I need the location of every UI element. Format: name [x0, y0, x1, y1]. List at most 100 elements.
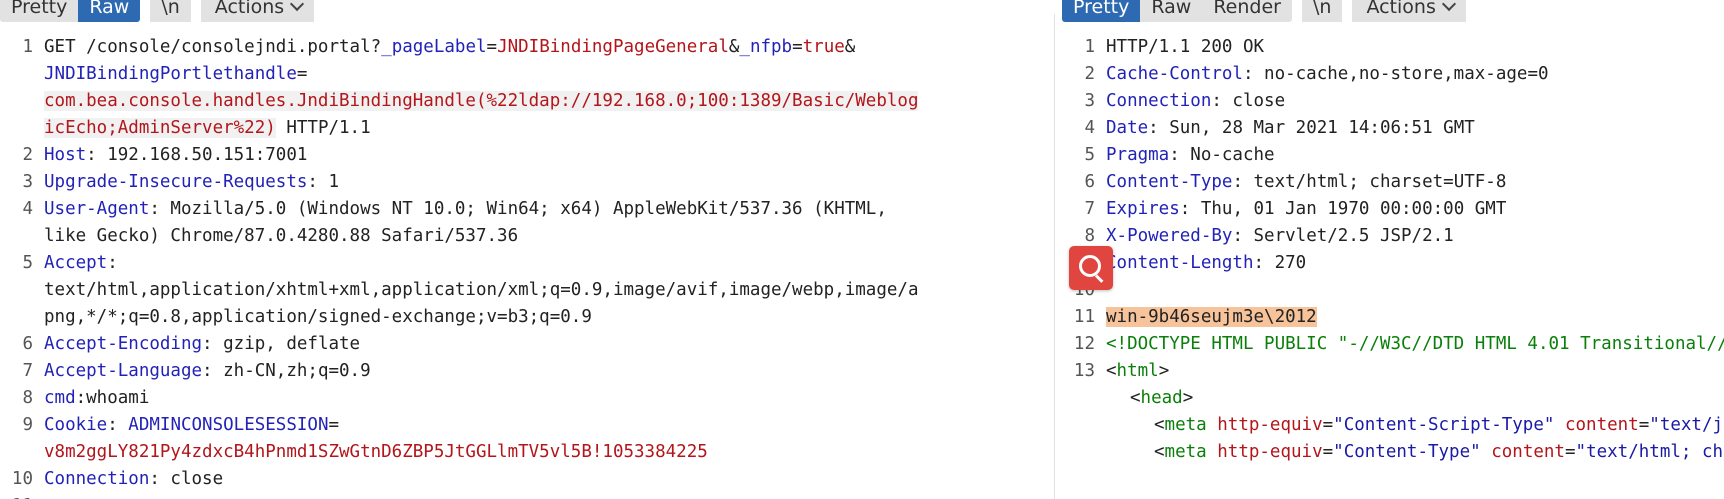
line-text: png,*/*;q=0.8,application/signed-exchang… — [44, 304, 1046, 331]
line-text: ​ — [44, 493, 1046, 499]
line-text: Cookie: ADMINCONSOLESESSION= — [44, 412, 1046, 439]
code-token: _pageLabel — [381, 37, 487, 57]
code-token: : no-cache,no-store,max-age=0 — [1242, 64, 1549, 84]
line-text: Content-Type: text/html; charset=UTF-8 — [1106, 169, 1724, 196]
code-token: : 1 — [307, 172, 340, 192]
code-token: = — [792, 37, 803, 57]
code-line: <meta http-equiv="Content-Script-Type" c… — [1062, 412, 1724, 439]
response-render-tab[interactable]: Render — [1202, 0, 1292, 22]
code-line: 10​ — [1062, 277, 1724, 304]
code-token: = — [1638, 415, 1650, 435]
line-text: Upgrade-Insecure-Requests: 1 — [44, 169, 1046, 196]
code-token: "Content-Script-Type" — [1333, 415, 1555, 435]
line-number: 4 — [22, 199, 33, 219]
search-icon[interactable] — [1069, 246, 1113, 290]
line-text: com.bea.console.handles.JndiBindingHandl… — [44, 88, 1046, 115]
code-token: Connection — [1106, 91, 1212, 111]
line-number: 2 — [1084, 64, 1095, 84]
code-token: Upgrade-Insecure-Requests — [44, 172, 308, 192]
code-token: : close — [1211, 91, 1286, 111]
code-token: : Thu, 01 Jan 1970 00:00:00 GMT — [1179, 199, 1507, 219]
chevron-down-icon — [1441, 0, 1456, 12]
response-pretty-tab[interactable]: Pretty — [1062, 0, 1141, 22]
request-editor[interactable]: 1 GET /console/consolejndi.portal?_pageLa… — [0, 34, 1046, 499]
code-line: 8 X-Powered-By: Servlet/2.5 JSP/2.1 — [1062, 223, 1724, 250]
line-text: ​ — [1106, 277, 1724, 304]
line-number: 5 — [1084, 145, 1095, 165]
line-text: <head> — [1106, 385, 1724, 412]
code-token: meta — [1164, 442, 1207, 462]
code-line: v8m2ggLY821Py4zdxcB4hPnmd1SZwGtnD6ZBP5Jt… — [0, 439, 1046, 466]
code-line: 11 win-9b46seujm3e\2012 — [1062, 304, 1724, 331]
pane-splitter[interactable] — [1046, 0, 1062, 499]
line-text: win-9b46seujm3e\2012 — [1106, 304, 1724, 331]
code-line: 2 Cache-Control: no-cache,no-store,max-ag… — [1062, 61, 1724, 88]
line-number — [0, 115, 44, 142]
code-line: png,*/*;q=0.8,application/signed-exchang… — [0, 304, 1046, 331]
code-line: 5 Accept: — [0, 250, 1046, 277]
line-number: 7 — [1084, 199, 1095, 219]
code-token: User-Agent — [44, 199, 150, 219]
code-line: 11​ — [0, 493, 1046, 499]
code-token: : Mozilla/5.0 (Windows NT 10.0; Win64; x… — [149, 199, 887, 219]
request-actions-menu[interactable]: Actions — [200, 0, 315, 22]
request-toolbar: Pretty Raw \n Actions — [0, 0, 315, 22]
code-line: 1 GET /console/consolejndi.portal?_pageLa… — [0, 34, 1046, 61]
code-token: v8m2ggLY821Py4zdxcB4hPnmd1SZwGtnD6ZBP5Jt… — [44, 442, 708, 462]
code-token: Connection — [44, 469, 150, 489]
line-number: 9 — [22, 415, 33, 435]
code-line: 12 <!DOCTYPE HTML PUBLIC "-//W3C//DTD HTM… — [1062, 331, 1724, 358]
code-token: ADMINCONSOLESESSION — [128, 415, 329, 435]
code-token: = — [486, 37, 498, 57]
code-line: like Gecko) Chrome/87.0.4280.88 Safari/5… — [0, 223, 1046, 250]
request-newline-toggle[interactable]: \n — [150, 0, 191, 22]
code-token: http-equiv — [1217, 415, 1323, 435]
code-token: Content-Length — [1106, 253, 1254, 273]
code-line: text/html,application/xhtml+xml,applicat… — [0, 277, 1046, 304]
request-pretty-tab[interactable]: Pretty — [0, 0, 79, 22]
code-token: png,*/*;q=0.8,application/signed-exchang… — [44, 307, 592, 327]
line-text: v8m2ggLY821Py4zdxcB4hPnmd1SZwGtnD6ZBP5Jt… — [44, 439, 1046, 466]
code-token: & — [844, 37, 856, 57]
search-lens — [1079, 255, 1101, 277]
request-raw-tab[interactable]: Raw — [78, 0, 141, 22]
line-number: 11 — [1073, 307, 1095, 327]
request-view-toggle: Pretty Raw — [0, 0, 141, 22]
response-view-toggle: Pretty Raw Render — [1062, 0, 1292, 22]
code-token: : 192.168.50.151:7001 — [86, 145, 308, 165]
code-token: & — [728, 37, 740, 57]
code-token: Cache-Control — [1106, 64, 1243, 84]
line-number — [0, 88, 44, 115]
code-token: : text/html; charset=UTF-8 — [1232, 172, 1507, 192]
code-token: "text/javascript"> — [1649, 415, 1724, 435]
code-token: :whoami — [75, 388, 150, 408]
code-token: Expires — [1106, 199, 1180, 219]
line-number — [1062, 412, 1106, 439]
line-number: 2 — [22, 145, 33, 165]
line-number: 10 — [11, 469, 33, 489]
line-text: Accept-Language: zh-CN,zh;q=0.9 — [44, 358, 1046, 385]
line-text: HTTP/1.1 200 OK — [1106, 34, 1724, 61]
code-line: 4 User-Agent: Mozilla/5.0 (Windows NT 10.… — [0, 196, 1046, 223]
response-actions-label: Actions — [1366, 0, 1436, 18]
response-newline-toggle[interactable]: \n — [1301, 0, 1343, 22]
response-raw-tab[interactable]: Raw — [1140, 0, 1203, 22]
code-token: : — [107, 253, 118, 273]
code-token: : zh-CN,zh;q=0.9 — [202, 361, 371, 381]
code-line: 13 <html> — [1062, 358, 1724, 385]
code-token: > — [1158, 361, 1170, 381]
line-text: GET /console/consolejndi.portal?_pageLab… — [44, 34, 1046, 61]
response-actions-menu[interactable]: Actions — [1352, 0, 1466, 22]
code-token: Accept-Encoding — [44, 334, 203, 354]
code-token: content — [1491, 442, 1565, 462]
code-line: 9 Cookie: ADMINCONSOLESESSION= — [0, 412, 1046, 439]
code-token: head — [1140, 388, 1183, 408]
code-token: icEcho;AdminServer%22) — [44, 118, 276, 138]
line-number: 12 — [1073, 334, 1095, 354]
code-token: Cookie — [44, 415, 108, 435]
response-editor[interactable]: 1 HTTP/1.1 200 OK 2 Cache-Control: no-cache… — [1062, 34, 1724, 499]
chevron-down-icon — [290, 0, 305, 12]
code-line: JNDIBindingPortlethandle= — [0, 61, 1046, 88]
line-text: <!DOCTYPE HTML PUBLIC "-//W3C//DTD HTML … — [1106, 331, 1724, 358]
